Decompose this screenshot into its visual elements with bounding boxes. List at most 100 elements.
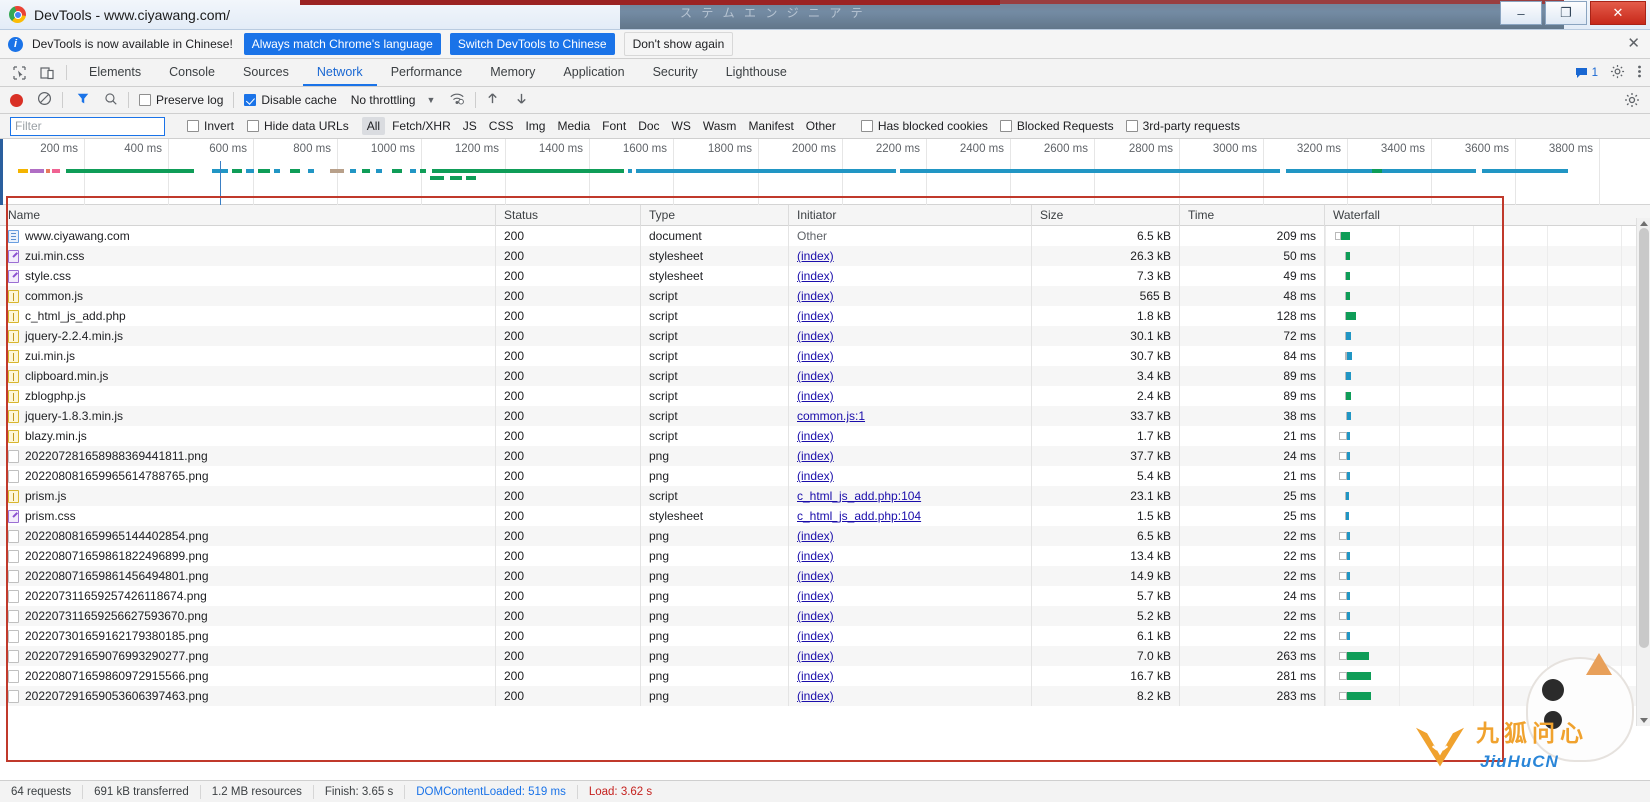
initiator-link[interactable]: (index) <box>797 449 834 463</box>
invert-checkbox[interactable]: Invert <box>187 119 234 133</box>
initiator-link[interactable]: (index) <box>797 429 834 443</box>
initiator-link[interactable]: (index) <box>797 529 834 543</box>
table-row[interactable]: style.css 200 stylesheet (index) 7.3 kB 49 ms <box>0 266 1650 286</box>
cell-name[interactable]: 20220729165905360639746​3.png <box>0 686 496 706</box>
search-icon[interactable] <box>104 92 118 109</box>
table-row[interactable]: zui.min.css 200 stylesheet (index) 26.3 kB 50… <box>0 246 1650 266</box>
filter-type-media[interactable]: Media <box>552 117 595 135</box>
cell-name[interactable]: jquery-2.2.4.min.js <box>0 326 496 346</box>
chevron-down-icon[interactable]: ▼ <box>426 95 435 105</box>
initiator-link[interactable]: (index) <box>797 469 834 483</box>
table-row[interactable]: 20220729165907699329027​7.png 200 png (inde… <box>0 646 1650 666</box>
import-har-icon[interactable] <box>486 91 499 109</box>
table-row[interactable]: jquery-2.2.4.min.js 200 script (index) 30.1 … <box>0 326 1650 346</box>
initiator-link[interactable]: (index) <box>797 609 834 623</box>
filter-type-font[interactable]: Font <box>597 117 631 135</box>
table-row[interactable]: common.js 200 script (index) 565 B 48 ms <box>0 286 1650 306</box>
initiator-link[interactable]: (index) <box>797 289 834 303</box>
filter-type-other[interactable]: Other <box>801 117 841 135</box>
cell-name[interactable]: 20220728165898836944181​1.png <box>0 446 496 466</box>
close-button[interactable]: ✕ <box>1590 1 1646 25</box>
cell-name[interactable]: zblogphp.js <box>0 386 496 406</box>
export-har-icon[interactable] <box>515 91 528 109</box>
tab-sources[interactable]: Sources <box>229 59 303 86</box>
filter-type-img[interactable]: Img <box>520 117 550 135</box>
cell-name[interactable]: zui.min.js <box>0 346 496 366</box>
initiator-link[interactable]: (index) <box>797 269 834 283</box>
filter-type-fetch-xhr[interactable]: Fetch/XHR <box>387 117 456 135</box>
table-row[interactable]: prism.js 200 script c_html_js_add.php:104 23… <box>0 486 1650 506</box>
initiator-link[interactable]: (index) <box>797 369 834 383</box>
cell-name[interactable]: 20220808165996561478876​5.png <box>0 466 496 486</box>
initiator-link[interactable]: (index) <box>797 329 834 343</box>
table-row[interactable]: 20220807165986182249689​9.png 200 png (inde… <box>0 546 1650 566</box>
column-header-waterfall[interactable]: Waterfall <box>1325 205 1625 226</box>
filter-type-ws[interactable]: WS <box>667 117 696 135</box>
filter-type-manifest[interactable]: Manifest <box>743 117 798 135</box>
cell-name[interactable]: common.js <box>0 286 496 306</box>
initiator-link[interactable]: (index) <box>797 389 834 403</box>
table-row[interactable]: 20220731165925742611867​4.png 200 png (inde… <box>0 586 1650 606</box>
table-row[interactable]: 20220730165916217938018​5.png 200 png (inde… <box>0 626 1650 646</box>
initiator-link[interactable]: (index) <box>797 629 834 643</box>
filter-type-doc[interactable]: Doc <box>633 117 664 135</box>
initiator-link[interactable]: (index) <box>797 549 834 563</box>
cell-name[interactable]: www.ciyawang.com <box>0 226 496 246</box>
initiator-link[interactable]: (index) <box>797 689 834 703</box>
initiator-link[interactable]: (index) <box>797 309 834 323</box>
scrollbar-thumb[interactable] <box>1639 228 1649 648</box>
blocked-requests-checkbox[interactable]: Blocked Requests <box>999 119 1114 133</box>
cell-name[interactable]: 20220807165986097291556​6.png <box>0 666 496 686</box>
scroll-down-arrow-icon[interactable] <box>1640 718 1648 723</box>
table-row[interactable]: clipboard.min.js 200 script (index) 3.4 kB 89… <box>0 366 1650 386</box>
table-row[interactable]: c_html_js_add.php 200 script (index) 1.8 kB 1… <box>0 306 1650 326</box>
disable-cache-checkbox[interactable]: Disable cache <box>244 93 337 107</box>
has-blocked-cookies-checkbox[interactable]: Has blocked cookies <box>860 119 988 133</box>
message-count-chip[interactable]: 1 <box>1575 67 1598 79</box>
network-settings-gear-icon[interactable] <box>1624 92 1640 111</box>
tab-elements[interactable]: Elements <box>75 59 155 86</box>
tab-application[interactable]: Application <box>549 59 638 86</box>
table-row[interactable]: 20220731165925662759367​0.png 200 png (inde… <box>0 606 1650 626</box>
filter-funnel-icon[interactable] <box>76 92 90 109</box>
filter-type-all[interactable]: All <box>361 117 386 135</box>
column-header-status[interactable]: Status <box>496 205 641 226</box>
hide-data-urls-checkbox[interactable]: Hide data URLs <box>247 119 349 133</box>
initiator-link[interactable]: (index) <box>797 569 834 583</box>
record-button-icon[interactable] <box>10 93 23 107</box>
table-row[interactable]: zui.min.js 200 script (index) 30.7 kB 84 ms <box>0 346 1650 366</box>
column-header-time[interactable]: Time <box>1180 205 1325 226</box>
initiator-link[interactable]: c_html_js_add.php:104 <box>797 489 921 503</box>
tab-security[interactable]: Security <box>639 59 712 86</box>
preserve-log-checkbox[interactable]: Preserve log <box>139 93 223 107</box>
initiator-link[interactable]: (index) <box>797 249 834 263</box>
table-row[interactable]: prism.css 200 stylesheet c_html_js_add.php:… <box>0 506 1650 526</box>
table-row[interactable]: 20220807165986145649480​1.png 200 png (inde… <box>0 566 1650 586</box>
initiator-link[interactable]: (index) <box>797 649 834 663</box>
table-row[interactable]: www.ciyawang.com 200 document Other 6.5 kB 20… <box>0 226 1650 246</box>
vertical-scrollbar[interactable] <box>1636 218 1650 726</box>
filter-type-js[interactable]: JS <box>458 117 482 135</box>
switch-to-chinese-button[interactable]: Switch DevTools to Chinese <box>449 33 615 55</box>
more-vertical-icon[interactable] <box>1637 64 1642 82</box>
tab-console[interactable]: Console <box>155 59 229 86</box>
timeline-overview[interactable]: 200 ms 400 ms 600 ms 800 ms 1000 ms 1200 ms 14… <box>0 139 1650 205</box>
always-match-language-button[interactable]: Always match Chrome's language <box>243 33 441 55</box>
initiator-link[interactable]: common.js:1 <box>797 409 865 423</box>
tab-memory[interactable]: Memory <box>476 59 549 86</box>
maximize-button[interactable]: ❐ <box>1545 1 1587 25</box>
initiator-link[interactable]: (index) <box>797 349 834 363</box>
cell-name[interactable]: zui.min.css <box>0 246 496 266</box>
cell-name[interactable]: clipboard.min.js <box>0 366 496 386</box>
scroll-up-arrow-icon[interactable] <box>1640 221 1648 226</box>
cell-name[interactable]: prism.js <box>0 486 496 506</box>
table-row[interactable]: 20220808165996514440285​4.png 200 png (inde… <box>0 526 1650 546</box>
gear-icon[interactable] <box>1610 64 1625 82</box>
column-header-type[interactable]: Type <box>641 205 789 226</box>
column-header-size[interactable]: Size <box>1032 205 1180 226</box>
initiator-link[interactable]: (index) <box>797 589 834 603</box>
table-row[interactable]: 20220808165996561478876​5.png 200 png (inde… <box>0 466 1650 486</box>
cell-name[interactable]: c_html_js_add.php <box>0 306 496 326</box>
cell-name[interactable]: jquery-1.8.3.min.js <box>0 406 496 426</box>
throttling-select-value[interactable]: No throttling <box>351 93 416 107</box>
